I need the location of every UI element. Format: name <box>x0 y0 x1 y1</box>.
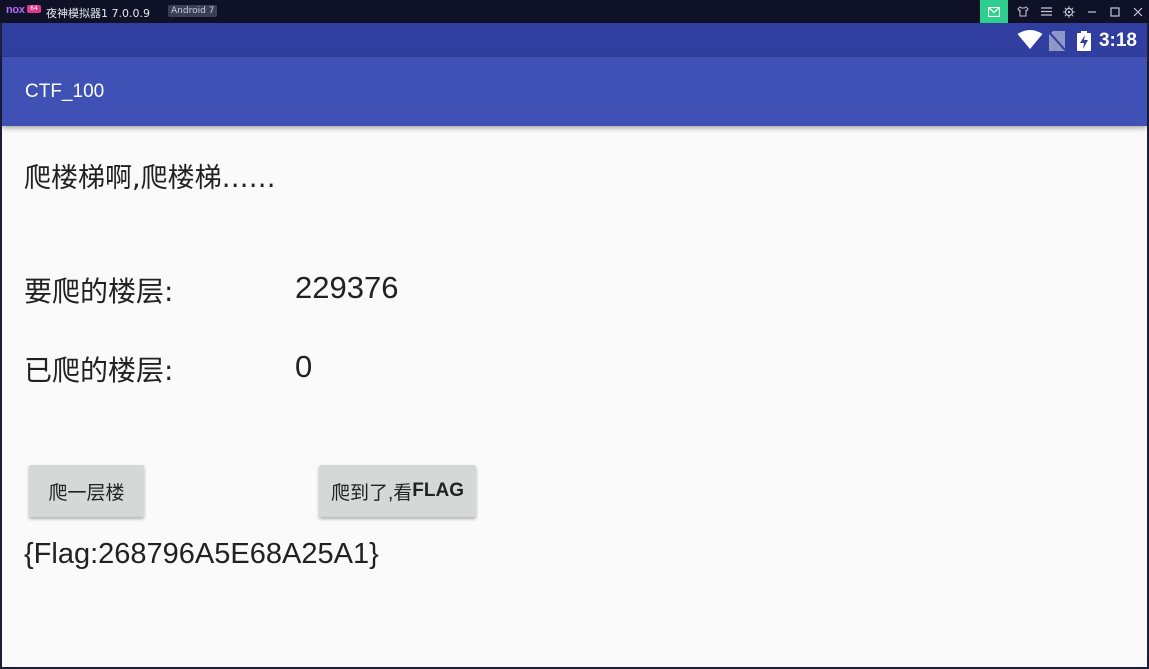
status-time: 3:18 <box>1098 30 1137 51</box>
app-bar: CTF_100 <box>2 57 1147 126</box>
climbed-floors-value: 0 <box>295 349 313 384</box>
nox-logo: nox <box>6 4 25 16</box>
main-content: 爬楼梯啊,爬楼梯…… 要爬的楼层: 229376 已爬的楼层: 0 爬一层楼 爬… <box>2 126 1147 667</box>
close-icon[interactable] <box>1124 0 1149 23</box>
mail-icon[interactable] <box>980 0 1008 23</box>
nox-badge: 64 <box>27 5 41 13</box>
target-floors-value: 229376 <box>295 270 399 305</box>
page-heading: 爬楼梯啊,爬楼梯…… <box>24 163 276 194</box>
target-floors-label: 要爬的楼层: <box>24 275 174 308</box>
see-flag-button-suffix: FLAG <box>412 480 464 501</box>
no-sim-icon <box>1048 31 1066 55</box>
emulator-title-bar: nox 64 夜神模拟器1 7.0.0.9 Android 7 <box>0 0 1149 23</box>
battery-charging-icon <box>1077 31 1091 55</box>
see-flag-button-prefix: 爬到了,看 <box>331 482 413 504</box>
climb-one-floor-button[interactable]: 爬一层楼 <box>29 465 144 517</box>
see-flag-button[interactable]: 爬到了,看 FLAG <box>319 465 476 517</box>
flag-text: {Flag:268796A5E68A25A1} <box>24 538 379 570</box>
climb-button-label: 爬一层楼 <box>48 481 125 504</box>
emulator-title: 夜神模拟器1 7.0.0.9 <box>46 7 150 20</box>
wifi-icon <box>1017 30 1043 54</box>
android-status-bar: 3:18 <box>2 23 1147 57</box>
app-title: CTF_100 <box>25 81 105 102</box>
climbed-floors-label: 已爬的楼层: <box>24 354 174 387</box>
android-version-tag: Android 7 <box>168 5 218 17</box>
